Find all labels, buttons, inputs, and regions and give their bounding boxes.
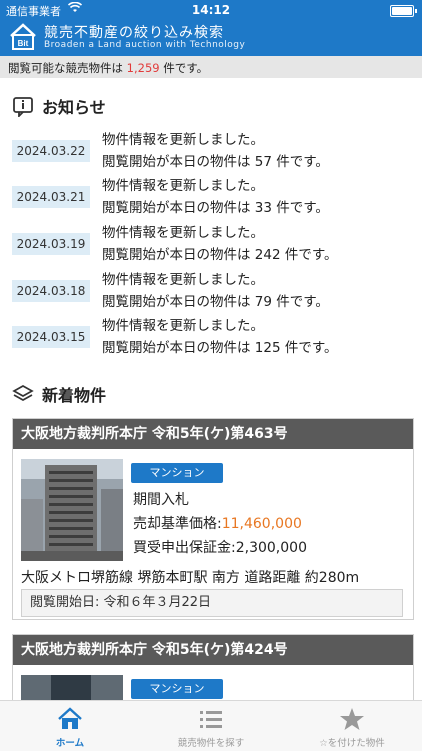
clock: 14:12 [191,3,231,17]
news-text: 閲覧開始が本日の物件は 33 件です。 [102,200,329,216]
new-items-section-title: 新着物件 [12,382,106,406]
app-title: 競売不動産の絞り込み検索 [44,25,224,41]
news-item[interactable]: 2024.03.18 物件情報を更新しました。 閲覧開始が本日の物件は 79 件… [12,268,412,314]
tab-bar: ホーム 競売物件を探す ☆を付けた物件 [0,700,422,751]
home-content[interactable]: お知らせ 2024.03.22 物件情報を更新しました。 閲覧開始が本日の物件は… [0,78,422,700]
listing-count: 1,259 [126,61,160,75]
news-date: 2024.03.18 [12,280,90,302]
news-item[interactable]: 2024.03.15 物件情報を更新しました。 閲覧開始が本日の物件は 125 … [12,314,412,360]
status-bar: 通信事業者 14:12 [0,0,422,20]
news-item[interactable]: 2024.03.19 物件情報を更新しました。 閲覧開始が本日の物件は 242 … [12,221,412,267]
property-photo [21,459,123,561]
property-heading: 大阪地方裁判所本庁 令和5年(ケ)第424号 [13,635,413,665]
deposit-label: 買受申出保証金: [133,540,236,556]
property-photo [21,675,123,700]
home-icon [57,707,83,731]
access-info: 大阪メトロ堺筋線 堺筋本町駅 南方 道路距離 約280m [21,570,360,586]
property-card[interactable]: 大阪地方裁判所本庁 令和5年(ケ)第424号 マンション [12,634,414,700]
list-icon [198,707,224,731]
battery-icon [390,5,417,17]
news-text: 物件情報を更新しました。 [102,225,264,241]
svg-text:Bit: Bit [18,39,29,48]
tab-starred[interactable]: ☆を付けた物件 [282,701,422,751]
property-card[interactable]: 大阪地方裁判所本庁 令和5年(ケ)第463号 マンション 期間入札 売却基準価格… [12,418,414,620]
news-item[interactable]: 2024.03.21 物件情報を更新しました。 閲覧開始が本日の物件は 33 件… [12,174,412,220]
news-date: 2024.03.19 [12,233,90,255]
news-text: 物件情報を更新しました。 [102,272,264,288]
layers-icon [12,383,34,405]
news-date: 2024.03.22 [12,140,90,162]
property-heading: 大阪地方裁判所本庁 令和5年(ケ)第463号 [13,419,413,449]
deposit-amount: 2,300,000 [235,540,307,556]
sale-method: 期間入札 [133,492,189,508]
news-text: 物件情報を更新しました。 [102,318,264,334]
property-type-badge: マンション [131,679,223,699]
news-section-title: お知らせ [12,94,106,119]
count-prefix: 閲覧可能な競売物件は [8,61,127,75]
tab-home[interactable]: ホーム [0,701,140,751]
star-icon [339,707,365,731]
info-icon [12,95,34,119]
news-item[interactable]: 2024.03.22 物件情報を更新しました。 閲覧開始が本日の物件は 57 件… [12,128,412,174]
news-text: 閲覧開始が本日の物件は 125 件です。 [102,340,338,356]
app-logo: Bit [8,22,38,52]
app-header: 通信事業者 14:12 Bit 競売不動産の絞り込み検索 Broaden a L… [0,0,422,60]
count-suffix: 件です。 [159,61,209,75]
listing-count-bar: 閲覧可能な競売物件は 1,259 件です。 [0,56,422,78]
app-subtitle: Broaden a Land auction with Technology [44,40,246,50]
property-type-badge: マンション [131,463,223,483]
open-date: 閲覧開始日: 令和６年３月22日 [21,589,403,617]
news-text: 閲覧開始が本日の物件は 57 件です。 [102,154,329,170]
price-label: 売却基準価格: [133,516,222,532]
base-price: 11,460,000 [221,516,302,532]
news-text: 物件情報を更新しました。 [102,132,264,148]
news-text: 物件情報を更新しました。 [102,178,264,194]
news-date: 2024.03.15 [12,326,90,348]
tab-search[interactable]: 競売物件を探す [141,701,281,751]
news-date: 2024.03.21 [12,186,90,208]
news-text: 閲覧開始が本日の物件は 242 件です。 [102,247,338,263]
news-text: 閲覧開始が本日の物件は 79 件です。 [102,294,329,310]
